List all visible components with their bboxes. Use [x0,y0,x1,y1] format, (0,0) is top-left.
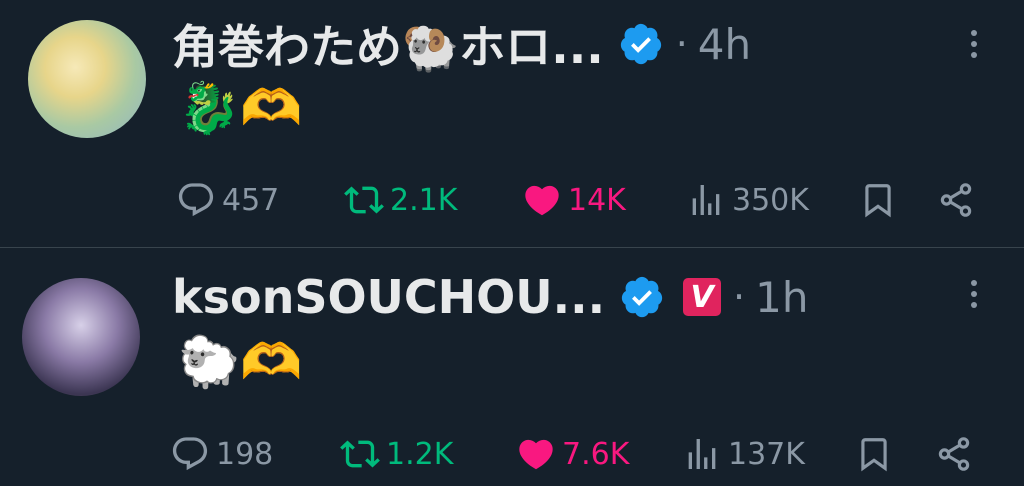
post-header: ksonSOUCHOU... V · 1h [172,268,808,326]
repost-count: 2.1K [390,182,458,218]
views-button[interactable]: 350K [686,172,809,228]
avatar[interactable] [28,20,146,138]
like-button[interactable]: 14K [522,172,626,228]
post-header: 角巻わため🐏ホロ... · 4h [172,11,751,77]
views-count: 350K [732,182,809,218]
like-count: 7.6K [562,436,630,472]
repost-icon [344,186,384,214]
repost-count: 1.2K [386,436,454,472]
action-bar: 198 1.2K 7.6K 137K [0,426,1024,482]
like-count: 14K [568,182,626,218]
separator-dot: · [733,275,746,319]
display-name[interactable]: 角巻わため🐏ホロ... [172,11,604,77]
repost-button[interactable]: 1.2K [340,426,453,482]
reply-count: 457 [222,182,280,218]
post-1[interactable]: 角巻わため🐏ホロ... · 4h 🐉🫶 457 2.1K 14K 350K [0,0,1024,247]
reply-icon [172,437,208,471]
like-heart-icon [525,185,559,216]
more-dots-icon[interactable] [964,26,984,66]
repost-button[interactable]: 2.1K [344,172,457,228]
action-bar: 457 2.1K 14K 350K [0,172,1024,228]
post-2[interactable]: ksonSOUCHOU... V · 1h 🐑🫶 198 1.2K 7.6K 1… [0,248,1024,486]
bookmark-button[interactable] [854,426,894,482]
bookmark-icon [861,438,887,472]
avatar[interactable] [22,278,140,396]
repost-icon [340,440,380,468]
reply-icon [178,183,214,217]
post-text: 🐑🫶 [178,333,303,391]
share-icon [938,437,970,471]
post-text: 🐉🫶 [178,79,303,137]
reply-count: 198 [216,436,274,472]
reply-button[interactable]: 198 [170,426,273,482]
views-count: 137K [728,436,805,472]
views-button[interactable]: 137K [682,426,805,482]
separator-dot: · [675,22,688,66]
v-badge-icon[interactable]: V [683,278,722,316]
views-icon [688,439,716,469]
views-icon [692,185,720,215]
like-button[interactable]: 7.6K [516,426,629,482]
share-icon [940,183,972,217]
bookmark-button[interactable] [858,172,898,228]
timestamp[interactable]: 1h [755,273,808,322]
verified-badge-icon[interactable] [618,21,664,67]
share-button[interactable] [936,172,976,228]
timestamp[interactable]: 4h [698,20,751,69]
bookmark-icon [865,184,891,218]
more-dots-icon[interactable] [964,276,984,316]
verified-badge-icon[interactable] [619,274,665,320]
display-name[interactable]: ksonSOUCHOU... [172,270,605,324]
like-heart-icon [519,439,553,470]
share-button[interactable] [934,426,974,482]
reply-button[interactable]: 457 [176,172,279,228]
